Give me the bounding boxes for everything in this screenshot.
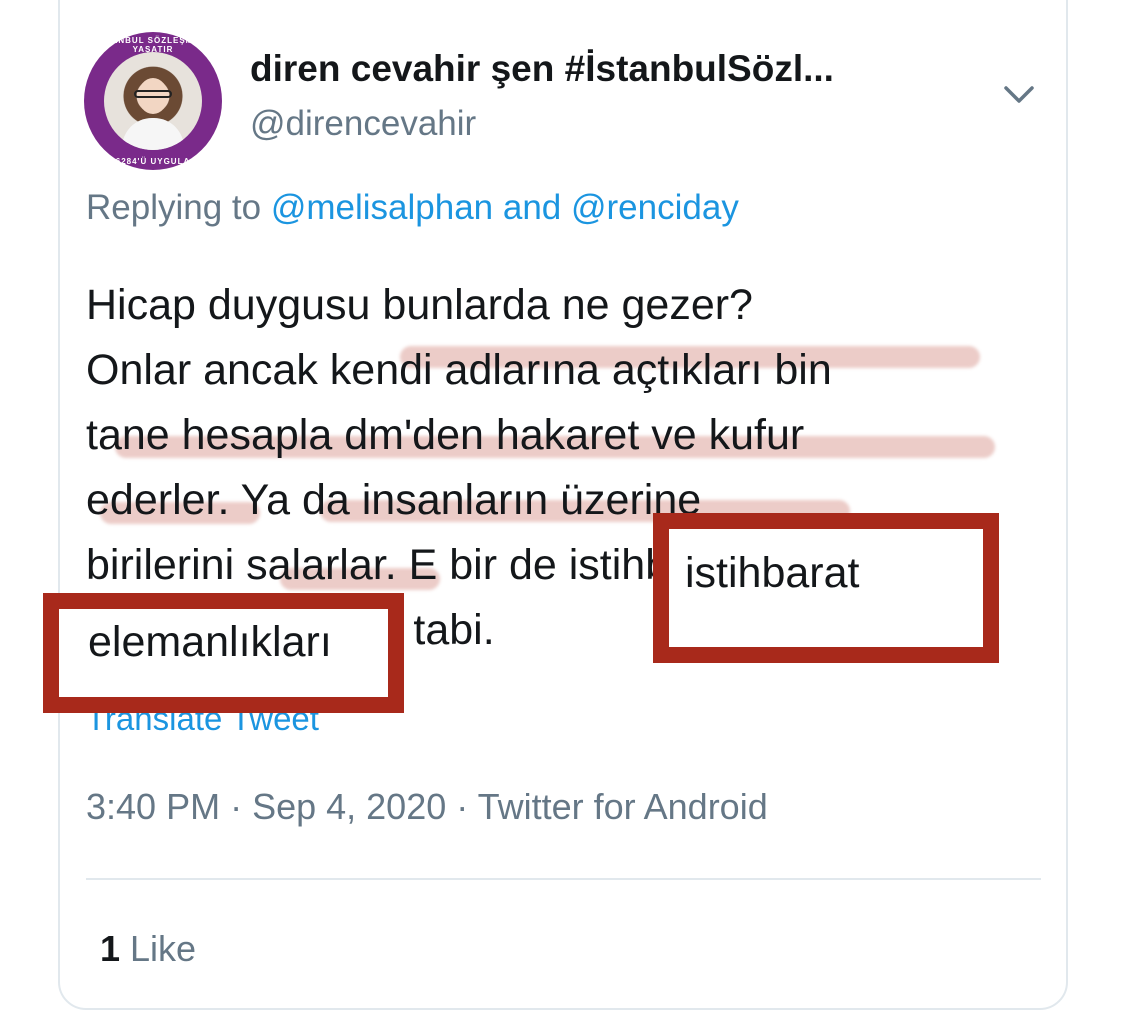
likes-count-link[interactable]: 1 Like [100, 928, 196, 970]
mention-link[interactable]: @melisalphan [271, 188, 493, 227]
meta-separator: · [220, 786, 253, 827]
replying-prefix: Replying to [86, 188, 271, 227]
avatar-glasses [134, 90, 172, 98]
mention-conjunction[interactable]: and [493, 188, 571, 227]
avatar-photo [104, 52, 202, 150]
avatar-body [122, 118, 184, 150]
tweet-line: Onlar ancak kendi adlarına açtıkları bin [86, 346, 832, 394]
user-handle[interactable]: @direncevahir [250, 104, 476, 144]
tweet-time[interactable]: 3:40 PM [86, 786, 220, 827]
divider [86, 878, 1041, 880]
tweet-line: tane hesapla dm'den hakaret ve kufur [86, 411, 805, 459]
like-label: Like [120, 928, 197, 969]
avatar-ring-text-bottom: 6284'Ü UYGULA [115, 157, 191, 166]
replying-to: Replying to @melisalphan and @renciday [86, 188, 739, 228]
tweet-date[interactable]: Sep 4, 2020 [252, 786, 446, 827]
annotation-box-text: elemanlıkları [88, 618, 332, 666]
chevron-down-icon[interactable] [1002, 78, 1036, 112]
mention-link[interactable]: @renciday [571, 188, 739, 227]
tweet-line: Hicap duygusu bunlarda ne gezer? [86, 281, 753, 329]
avatar[interactable]: İSTANBUL SÖZLEŞMESİ YAŞATIR 6284'Ü UYGUL… [84, 32, 222, 170]
like-count: 1 [100, 928, 121, 969]
display-name[interactable]: diren cevahir şen #İstanbulSözl... [250, 48, 834, 90]
tweet-source: Twitter for Android [477, 786, 768, 827]
tweet-meta: 3:40 PM · Sep 4, 2020 · Twitter for Andr… [86, 786, 768, 828]
annotation-box-text: istihbarat [685, 549, 860, 597]
meta-separator: · [446, 786, 478, 827]
